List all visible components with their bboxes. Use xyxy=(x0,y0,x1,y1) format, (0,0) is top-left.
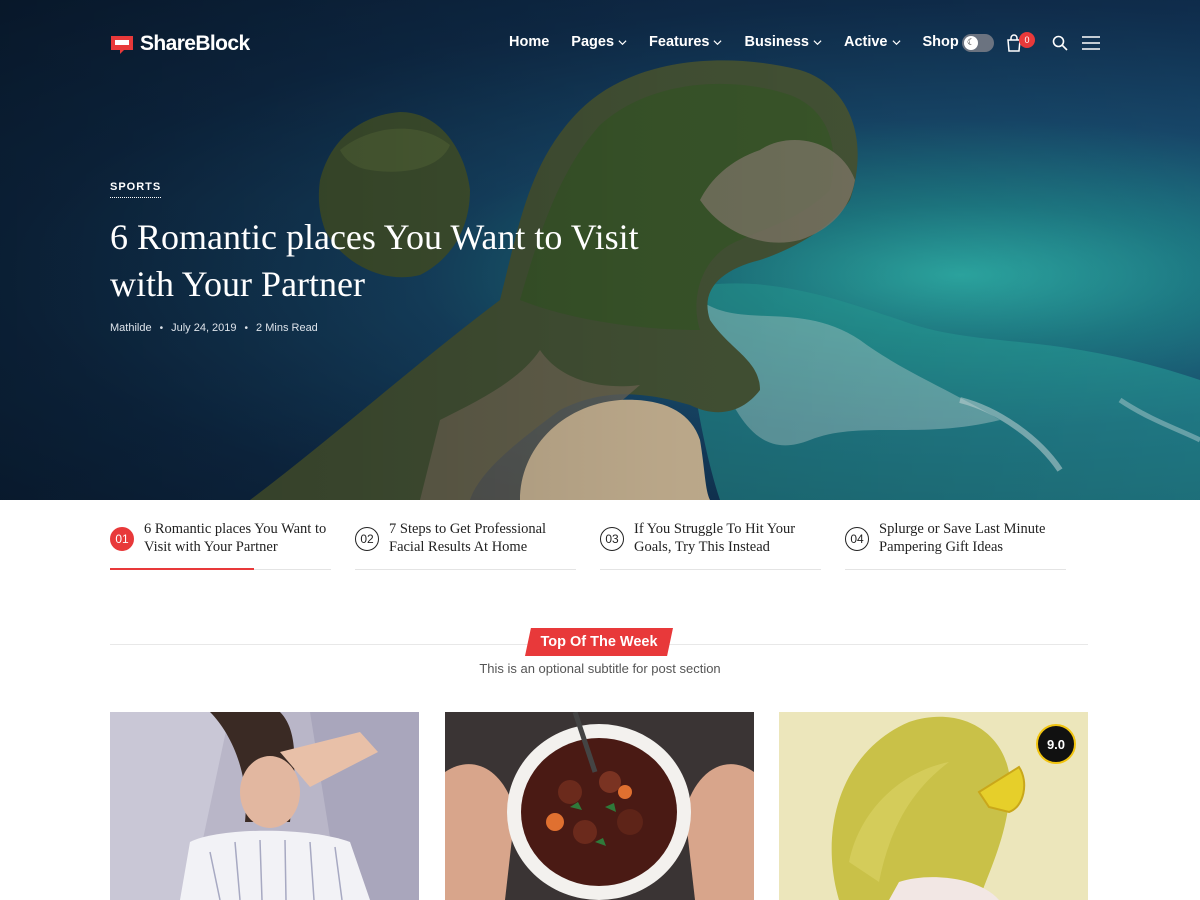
category-link[interactable]: SPORTS xyxy=(110,181,162,198)
nav-item-active[interactable]: Active xyxy=(844,34,901,50)
post-card[interactable] xyxy=(445,712,754,900)
nav-item-features[interactable]: Features xyxy=(649,34,722,50)
ticker-title: 6 Romantic places You Want to Visit with… xyxy=(144,521,327,555)
nav-label: Active xyxy=(843,34,888,50)
post-date: July 24, 2019 xyxy=(171,322,237,334)
chevron-down-icon xyxy=(618,39,627,45)
header-tools: ☾ 0 xyxy=(962,32,1100,52)
logo-text: ShareBlock xyxy=(140,32,250,55)
post-meta: Mathilde • July 24, 2019 • 2 Mins Read xyxy=(110,322,670,334)
post-thumbnail-bowl xyxy=(445,712,754,900)
post-card[interactable] xyxy=(110,712,419,900)
post-thumbnail-woman xyxy=(110,712,419,900)
moon-icon: ☾ xyxy=(964,36,978,50)
ticker-number: 01 xyxy=(110,527,134,551)
logo-mark-icon xyxy=(111,36,133,54)
meta-separator: • xyxy=(159,322,164,334)
ticker-item[interactable]: 02 7 Steps to Get Professional Facial Re… xyxy=(355,520,576,570)
review-score-badge: 9.0 xyxy=(1036,724,1076,764)
ticker-title: Splurge or Save Last Minute Pampering Gi… xyxy=(879,521,1046,555)
ticker-progress-bar xyxy=(110,568,254,570)
ticker-number: 02 xyxy=(355,527,379,551)
ticker-title: If You Struggle To Hit Your Goals, Try T… xyxy=(634,521,796,555)
post-read-time: 2 Mins Read xyxy=(256,322,318,334)
nav-label: Features xyxy=(649,34,710,50)
ticker-item[interactable]: 04 Splurge or Save Last Minute Pampering… xyxy=(845,520,1066,570)
section-title-badge: Top Of The Week xyxy=(525,628,673,656)
nav-item-home[interactable]: Home xyxy=(509,34,549,50)
chevron-down-icon xyxy=(891,39,901,45)
ticker-item[interactable]: 03 If You Struggle To Hit Your Goals, Tr… xyxy=(600,520,821,570)
nav-label: Business xyxy=(744,34,809,50)
cart-count-badge: 0 xyxy=(1019,32,1035,48)
post-card[interactable]: 9.0 xyxy=(779,712,1088,900)
hero-title[interactable]: 6 Romantic places You Want to Visit with… xyxy=(110,214,670,308)
section-title: Top Of The Week xyxy=(540,634,658,650)
nav-label: Pages xyxy=(571,34,615,50)
hero-banner[interactable]: ShareBlock Home Pages Features Business … xyxy=(0,0,1200,500)
nav-label: Shop xyxy=(922,34,959,50)
site-logo[interactable]: ShareBlock xyxy=(110,30,250,58)
chevron-down-icon xyxy=(813,39,822,45)
search-icon[interactable] xyxy=(1052,35,1068,51)
ticker-number: 03 xyxy=(600,527,624,551)
dark-mode-toggle[interactable]: ☾ xyxy=(962,34,994,52)
post-ticker: 01 6 Romantic places You Want to Visit w… xyxy=(110,520,1090,572)
cart-button[interactable]: 0 xyxy=(1006,32,1035,52)
ticker-item[interactable]: 01 6 Romantic places You Want to Visit w… xyxy=(110,520,331,570)
nav-item-pages[interactable]: Pages xyxy=(571,34,627,50)
chevron-down-icon xyxy=(713,39,722,45)
meta-separator: • xyxy=(244,322,249,334)
ticker-number: 04 xyxy=(845,527,869,551)
section-subtitle: This is an optional subtitle for post se… xyxy=(479,661,721,676)
hero-post: SPORTS 6 Romantic places You Want to Vis… xyxy=(110,175,670,334)
ticker-title: 7 Steps to Get Professional Facial Resul… xyxy=(389,521,547,555)
nav-label: Home xyxy=(509,34,550,50)
nav-item-business[interactable]: Business xyxy=(744,34,822,50)
site-header: ShareBlock Home Pages Features Business … xyxy=(0,0,1200,90)
menu-icon[interactable] xyxy=(1082,36,1100,50)
main-nav: Home Pages Features Business Active Shop xyxy=(509,34,994,50)
post-author[interactable]: Mathilde xyxy=(110,322,152,334)
